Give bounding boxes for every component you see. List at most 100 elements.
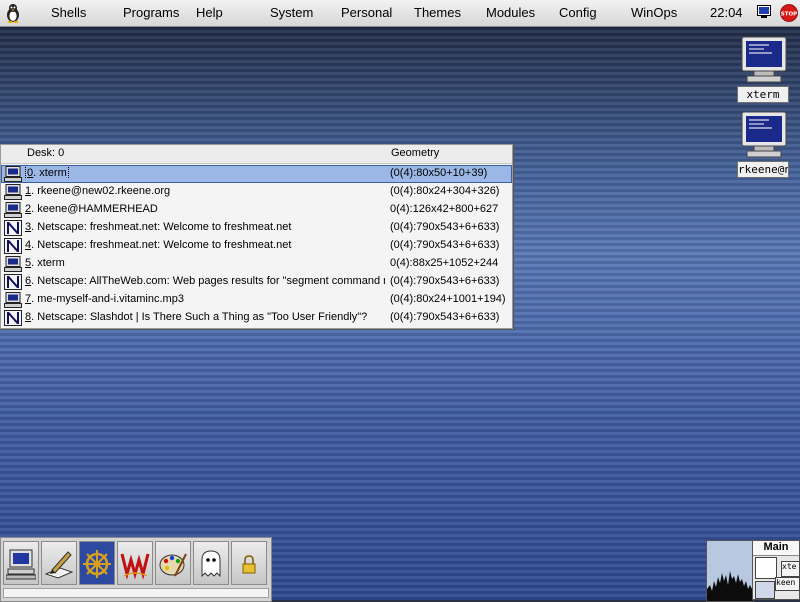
window-title-text: 8. Netscape: Slashdot | Is There Such a … <box>25 311 368 323</box>
window-title-label: Netscape: AllTheWeb.com: Web pages resul… <box>37 275 385 287</box>
netscape-icon <box>4 274 22 290</box>
window-title: 6. Netscape: AllTheWeb.com: Web pages re… <box>25 275 385 287</box>
window-title-label: Netscape: freshmeat.net: Welcome to fres… <box>37 239 292 251</box>
stop-label: STOP <box>781 12 797 18</box>
window-list-header: Desk: 0 Geometry <box>1 145 512 164</box>
menu-programs[interactable]: Programs <box>123 5 179 20</box>
penguin-icon[interactable] <box>4 3 22 23</box>
window-geometry: (0(4):790x543+6+633) <box>390 311 500 323</box>
pager-title: Main <box>753 541 799 556</box>
monitor-icon <box>741 111 787 158</box>
window-number: 7 <box>25 293 32 305</box>
dock-button-paint[interactable] <box>155 541 191 585</box>
ghost-icon <box>201 550 221 578</box>
window-title: 7. me-myself-and-i.vitaminc.mp3 <box>25 293 385 305</box>
pager-window-keen[interactable]: keen <box>775 577 800 591</box>
stop-icon[interactable]: STOP <box>780 4 798 22</box>
window-number: 4 <box>25 239 32 251</box>
window-title-text: 4. Netscape: freshmeat.net: Welcome to f… <box>25 239 292 251</box>
computer-icon <box>6 549 36 580</box>
window-title: 0. xterm <box>25 167 385 179</box>
dock-button-ghost[interactable] <box>193 541 229 585</box>
menu-help[interactable]: Help <box>196 5 223 20</box>
pager-window-label: keen <box>776 578 796 587</box>
pager-window[interactable] <box>755 557 777 579</box>
menu-config[interactable]: Config <box>559 5 597 20</box>
desktop-icon-label: rkeene@n <box>737 161 789 178</box>
pager-window[interactable] <box>755 581 775 599</box>
window-title-text: 5. xterm <box>25 257 65 269</box>
window-number: 1 <box>25 185 32 197</box>
window-title-label: xterm <box>37 257 65 269</box>
terminal-icon <box>4 202 22 218</box>
window-list: Desk: 0 Geometry 0. xterm (0(4):80x50+10+… <box>0 144 513 329</box>
menu-bar: Shells Programs Help System Personal The… <box>0 0 800 27</box>
dock-button-editor[interactable] <box>41 541 77 585</box>
window-title: 2. keene@HAMMERHEAD <box>25 203 385 215</box>
window-list-row[interactable]: 3. Netscape: freshmeat.net: Welcome to f… <box>1 219 512 237</box>
terminal-icon <box>4 184 22 200</box>
window-list-row[interactable]: 2. keene@HAMMERHEAD 0(4):126x42+800+627 <box>1 201 512 219</box>
window-list-row[interactable]: 6. Netscape: AllTheWeb.com: Web pages re… <box>1 273 512 291</box>
terminal-icon <box>4 292 22 308</box>
window-geometry: (0(4):80x24+1001+194) <box>390 293 506 305</box>
window-title-text: 6. Netscape: AllTheWeb.com: Web pages re… <box>25 275 385 287</box>
window-title: 1. rkeene@new02.rkeene.org <box>25 185 385 197</box>
window-title-text: 0. xterm <box>25 167 69 179</box>
window-title: 5. xterm <box>25 257 385 269</box>
window-number: 6 <box>25 275 32 287</box>
netscape-icon <box>4 238 22 254</box>
pager[interactable]: Main xte keen <box>752 540 800 600</box>
window-title-label: me-myself-and-i.vitaminc.mp3 <box>37 293 184 305</box>
window-title-text: 3. Netscape: freshmeat.net: Welcome to f… <box>25 221 292 233</box>
window-list-row[interactable]: 7. me-myself-and-i.vitaminc.mp3 (0(4):80x… <box>1 291 512 309</box>
window-list-row[interactable]: 1. rkeene@new02.rkeene.org (0(4):80x24+30… <box>1 183 512 201</box>
window-geometry: 0(4):126x42+800+627 <box>390 203 499 215</box>
window-title: 3. Netscape: freshmeat.net: Welcome to f… <box>25 221 385 233</box>
netscape-icon <box>4 310 22 326</box>
ship-wheel-icon <box>83 550 111 578</box>
window-title-label: Netscape: Slashdot | Is There Such a Thi… <box>37 311 368 323</box>
netscape-icon <box>4 220 22 236</box>
desktop-icon-rkeene[interactable]: rkeene@n <box>737 111 791 178</box>
menu-modules[interactable]: Modules <box>486 5 535 20</box>
dock-status-strip <box>3 588 269 598</box>
dock-button-computer[interactable] <box>3 541 39 585</box>
paint-palette-icon <box>159 553 187 577</box>
monitor-icon <box>741 36 787 83</box>
terminal-icon <box>4 166 22 182</box>
window-number: 8 <box>25 311 32 323</box>
desktop-icon-label: xterm <box>737 86 789 103</box>
window-number: 5 <box>25 257 32 269</box>
menu-shells[interactable]: Shells <box>51 5 86 20</box>
window-title-text: 2. keene@HAMMERHEAD <box>25 203 158 215</box>
window-list-row[interactable]: 8. Netscape: Slashdot | Is There Such a … <box>1 309 512 327</box>
window-title-label: Netscape: freshmeat.net: Welcome to fres… <box>37 221 292 233</box>
window-list-row[interactable]: 4. Netscape: freshmeat.net: Welcome to f… <box>1 237 512 255</box>
menu-winops[interactable]: WinOps <box>631 5 677 20</box>
desktop-icon-xterm[interactable]: xterm <box>737 36 791 103</box>
wine-w-icon <box>120 553 150 580</box>
menu-system[interactable]: System <box>270 5 313 20</box>
dock-button-ship-wheel[interactable] <box>79 541 115 585</box>
window-geometry: 0(4):88x25+1052+244 <box>390 257 499 269</box>
window-list-row[interactable]: 0. xterm (0(4):80x50+10+39) <box>1 165 512 183</box>
dock-button-wine[interactable] <box>117 541 153 585</box>
monitor-icon[interactable] <box>757 5 771 19</box>
window-geometry: (0(4):790x543+6+633) <box>390 221 500 233</box>
editor-pen-icon <box>44 551 74 579</box>
pager-window-xterm[interactable]: xte <box>781 561 800 577</box>
terminal-icon <box>4 256 22 272</box>
window-number: 0 <box>27 167 34 179</box>
dock <box>0 537 272 602</box>
pager-window-label: xte <box>782 562 797 571</box>
window-title-label: keene@HAMMERHEAD <box>37 203 158 215</box>
menu-themes[interactable]: Themes <box>414 5 461 20</box>
window-number: 3 <box>25 221 32 233</box>
window-title-text: 1. rkeene@new02.rkeene.org <box>25 185 171 197</box>
dock-button-lock[interactable] <box>231 541 267 585</box>
window-list-row[interactable]: 5. xterm 0(4):88x25+1052+244 <box>1 255 512 273</box>
window-title: 4. Netscape: freshmeat.net: Welcome to f… <box>25 239 385 251</box>
load-graph-chart <box>707 571 753 601</box>
menu-personal[interactable]: Personal <box>341 5 392 20</box>
